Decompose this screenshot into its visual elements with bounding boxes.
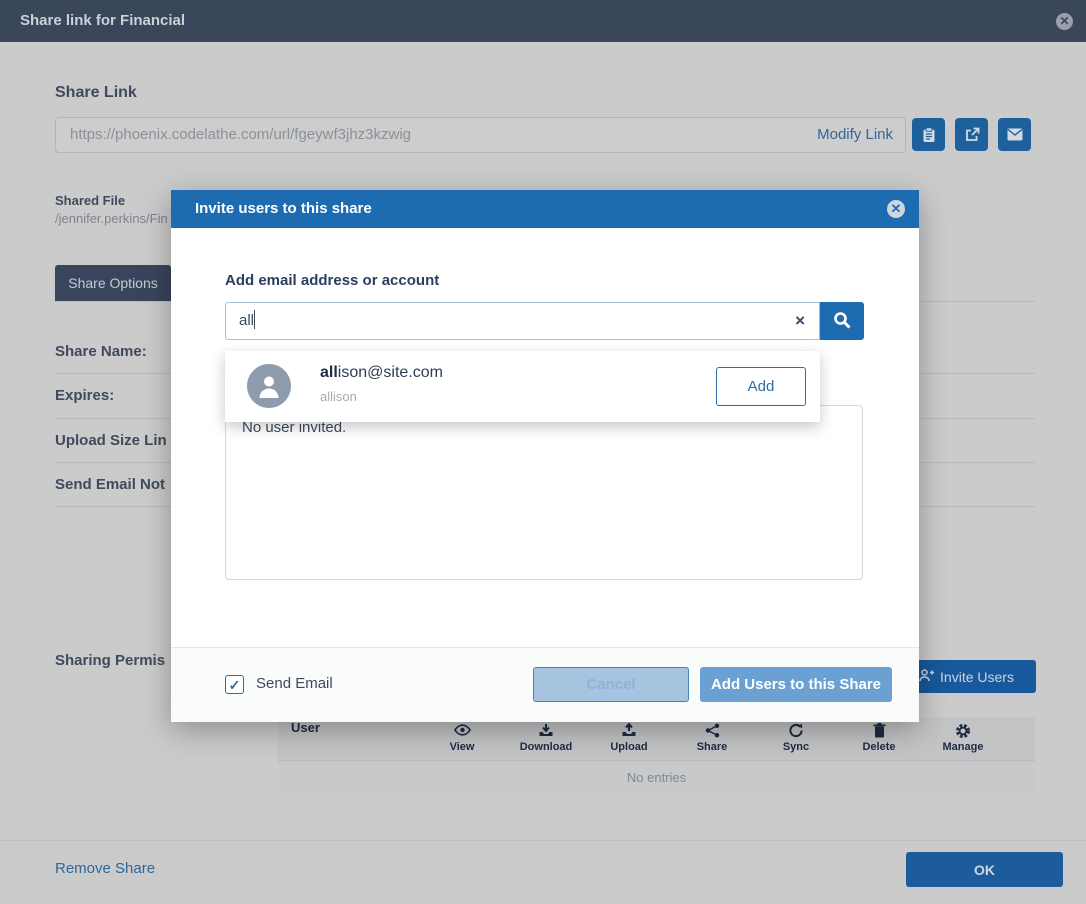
upload-size-limit-label: Upload Size Lin [55,432,169,449]
delete-column-header: Delete [837,717,921,760]
cancel-button[interactable]: Cancel [533,667,689,702]
search-icon [833,311,851,332]
modal-footer: ✓ Send Email Cancel Add Users to this Sh… [171,647,919,722]
send-email-label: Send Email [256,675,333,692]
open-external-icon [964,127,980,143]
close-icon[interactable]: ✕ [1056,13,1073,30]
suggestion-username: allison [320,389,357,404]
invite-users-modal: Invite users to this share ✕ Add email a… [171,190,919,722]
no-entries-row: No entries [278,760,1035,794]
share-url-value: https://phoenix.codelathe.com/url/fgeywf… [70,118,411,152]
sharing-permissions-heading: Sharing Permis [55,652,169,669]
download-column-header: Download [504,717,588,760]
email-search-input[interactable]: all × [225,302,820,340]
search-button[interactable] [820,302,864,340]
share-icon [670,723,754,740]
view-column-header: View [420,717,504,760]
invite-users-label: Invite Users [940,669,1014,685]
ok-button[interactable]: OK [906,852,1063,887]
modify-link-button[interactable]: Modify Link [817,118,893,152]
permissions-table-header: User View Download Upload Share Sync [278,717,1035,760]
upload-column-header: Upload [587,717,671,760]
send-email-checkbox[interactable]: ✓ [225,675,244,694]
upload-icon [587,723,671,740]
email-link-button[interactable] [998,118,1031,151]
shared-file-heading: Shared File [55,193,125,208]
shared-file-path: /jennifer.perkins/Fin [55,211,171,226]
invited-users-list: No user invited. [225,405,863,580]
envelope-icon [1007,128,1023,141]
user-suggestion-item[interactable]: allison@site.com allison Add [225,351,820,422]
clipboard-icon [921,127,937,143]
share-url-field[interactable]: https://phoenix.codelathe.com/url/fgeywf… [55,117,906,153]
share-column-header: Share [670,717,754,760]
add-users-to-share-button[interactable]: Add Users to this Share [700,667,892,702]
footer-divider [0,840,1086,841]
permissions-table: User View Download Upload Share Sync [278,717,1035,794]
add-user-button[interactable]: Add [716,367,806,406]
email-search-value: all [239,303,255,339]
copy-link-button[interactable] [912,118,945,151]
share-name-label: Share Name: [55,343,169,360]
share-options-tab[interactable]: Share Options [55,265,171,301]
sync-icon [754,723,838,740]
share-link-heading: Share Link [55,84,137,102]
trash-icon [837,723,921,740]
send-email-notifications-label: Send Email Not [55,476,169,493]
dialog-titlebar: Share link for Financial ✕ [0,0,1086,42]
download-icon [504,723,588,740]
text-caret [254,310,255,329]
manage-column-header: Manage [921,717,1005,760]
gear-icon [921,723,1005,740]
remove-share-link[interactable]: Remove Share [55,860,155,877]
person-plus-icon [919,669,934,685]
modal-close-icon[interactable]: ✕ [887,200,905,218]
suggestion-email: allison@site.com [320,364,443,382]
sync-column-header: Sync [754,717,838,760]
clear-search-icon[interactable]: × [795,303,805,339]
dialog-title: Share link for Financial [20,0,185,42]
share-dialog-page: Share link for Financial ✕ Share Link ht… [0,0,1086,904]
user-column-header: User [291,720,320,735]
expires-label: Expires: [55,387,169,404]
modal-titlebar: Invite users to this share ✕ [171,190,919,228]
add-email-label: Add email address or account [225,272,439,289]
eye-icon [420,723,504,740]
avatar [247,364,291,408]
open-link-button[interactable] [955,118,988,151]
modal-title: Invite users to this share [195,190,372,228]
